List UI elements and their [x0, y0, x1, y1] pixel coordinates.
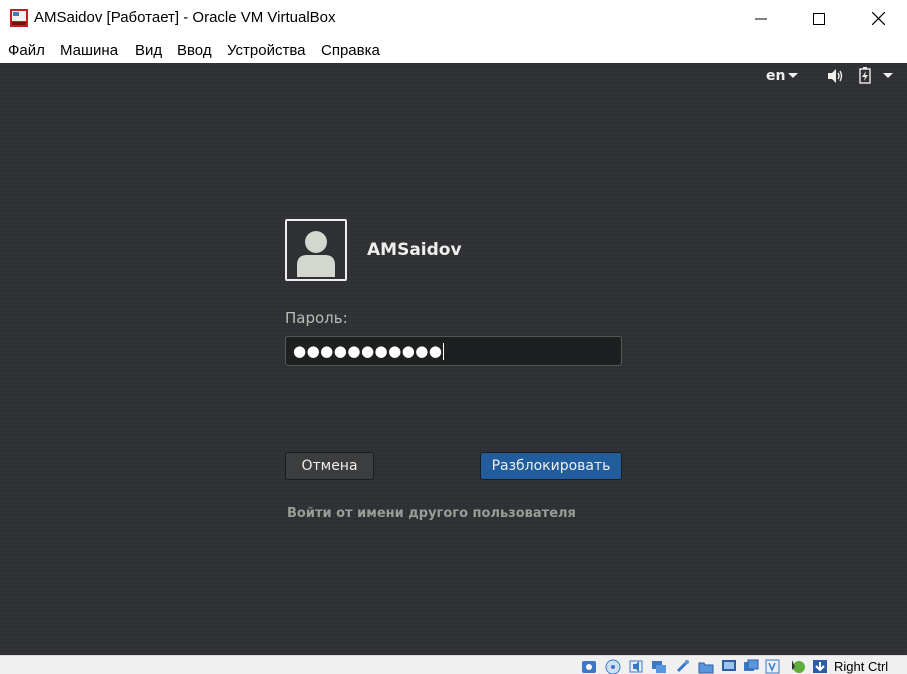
audio-icon[interactable] [628, 659, 644, 674]
switch-user-link[interactable]: Войти от имени другого пользователя [287, 506, 576, 521]
menu-view[interactable]: Вид [135, 42, 162, 59]
volume-icon[interactable] [828, 69, 844, 83]
hard-disk-icon[interactable] [581, 659, 597, 674]
menu-input[interactable]: Ввод [177, 42, 212, 59]
minimize-icon [755, 18, 767, 19]
battery-icon[interactable] [859, 67, 871, 84]
user-avatar [285, 219, 347, 281]
text-cursor [443, 343, 445, 360]
maximize-button[interactable] [796, 0, 842, 37]
language-indicator[interactable]: en [766, 68, 785, 84]
vm-display[interactable]: en AMSaidov Пароль: ●●●●●●●●●●● Отмена Р… [0, 63, 907, 655]
host-key-label: Right Ctrl [834, 659, 889, 674]
language-dropdown-icon[interactable] [788, 73, 798, 78]
minimize-button[interactable] [738, 0, 784, 37]
status-bar: Right Ctrl [0, 655, 907, 674]
keyboard-icon[interactable] [812, 659, 828, 674]
title-bar: AMSaidov [Работает] - Oracle VM VirtualB… [0, 0, 907, 37]
gnome-top-bar: en [0, 63, 907, 89]
optical-drive-icon[interactable] [605, 659, 621, 674]
menu-file[interactable]: Файл [8, 42, 45, 59]
mouse-integration-icon[interactable] [790, 659, 806, 674]
virtualbox-icon [10, 9, 28, 27]
shared-folders-icon[interactable] [698, 659, 714, 674]
close-icon [871, 12, 885, 25]
virtualization-icon[interactable] [765, 659, 781, 674]
cancel-button[interactable]: Отмена [285, 452, 374, 480]
usb-icon[interactable] [675, 659, 691, 674]
close-button[interactable] [855, 0, 901, 37]
password-value: ●●●●●●●●●●● [293, 342, 445, 360]
menu-devices[interactable]: Устройства [227, 42, 305, 59]
menu-help[interactable]: Справка [321, 42, 380, 59]
display-icon[interactable] [721, 659, 737, 674]
network-icon[interactable] [651, 659, 667, 674]
maximize-icon [813, 12, 825, 25]
menu-bar: Файл Машина Вид Ввод Устройства Справка [0, 37, 907, 63]
password-label: Пароль: [285, 309, 348, 327]
user-icon [297, 231, 335, 277]
username-label: AMSaidov [367, 240, 462, 260]
video-capture-icon[interactable] [743, 659, 759, 674]
window-title: AMSaidov [Работает] - Oracle VM VirtualB… [34, 9, 336, 26]
system-menu-arrow-icon[interactable] [883, 73, 893, 78]
menu-machine[interactable]: Машина [60, 42, 118, 59]
unlock-button[interactable]: Разблокировать [480, 452, 622, 480]
password-input[interactable]: ●●●●●●●●●●● [285, 336, 622, 366]
